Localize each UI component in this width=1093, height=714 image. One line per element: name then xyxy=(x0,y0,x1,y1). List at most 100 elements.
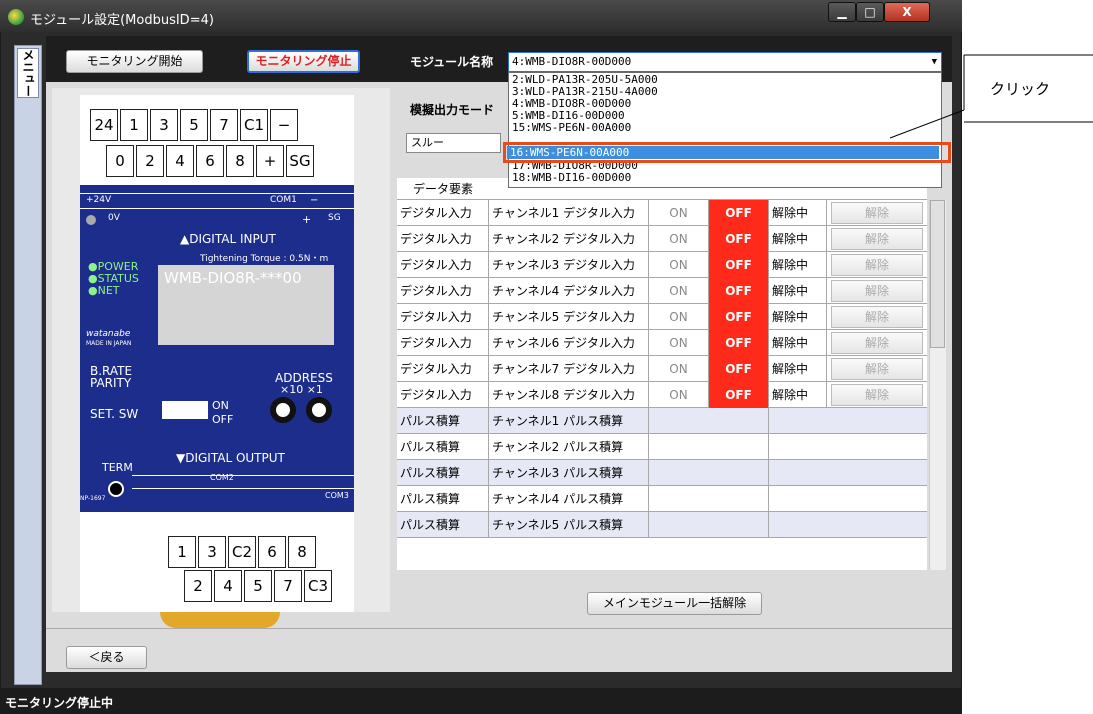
top-terminal-block: 24 1 3 5 7 C1 − 0 2 4 6 8 + SG xyxy=(80,95,354,185)
table-row: パルス積算 チャンネル2 パルス積算 xyxy=(397,434,927,460)
close-button[interactable]: X xyxy=(884,2,930,22)
table-row: パルス積算 チャンネル1 パルス積算 xyxy=(397,408,927,434)
row-name: チャンネル1 デジタル入力 xyxy=(489,200,649,226)
row-state: 解除中 xyxy=(769,356,827,382)
row-type: パルス積算 xyxy=(397,434,489,460)
table-row: デジタル入力 チャンネル3 デジタル入力 ON OFF 解除中 解除 xyxy=(397,252,927,278)
simulation-mode-select[interactable]: スルー xyxy=(406,133,501,153)
terminal: 1 xyxy=(168,536,196,568)
side-menu-tab[interactable]: メニュー xyxy=(17,48,39,98)
row-state: 解除中 xyxy=(769,252,827,278)
start-monitoring-button[interactable]: モニタリング開始 xyxy=(66,50,203,73)
row-value xyxy=(649,512,769,538)
on-button[interactable]: ON xyxy=(649,356,709,382)
row-state: 解除中 xyxy=(769,304,827,330)
off-button[interactable]: OFF xyxy=(709,278,769,304)
module-dropdown-list: 2:WLD-PA13R-205U-5A000 3:WLD-PA13R-215U-… xyxy=(508,72,942,188)
off-button[interactable]: OFF xyxy=(709,382,769,408)
set-switch-label: SET. SW xyxy=(90,407,139,421)
table-row: パルス積算 チャンネル5 パルス積算 xyxy=(397,512,927,538)
release-button[interactable]: 解除 xyxy=(831,358,923,380)
on-button[interactable]: ON xyxy=(649,226,709,252)
row-name: チャンネル4 デジタル入力 xyxy=(489,278,649,304)
dropdown-option[interactable]: 15:WMS-PE6N-00A000 xyxy=(512,122,631,134)
release-button[interactable]: 解除 xyxy=(831,202,923,224)
off-button[interactable]: OFF xyxy=(709,356,769,382)
off-button[interactable]: OFF xyxy=(709,304,769,330)
reset-all-modules-button[interactable]: メインモジュール一括解除 xyxy=(587,592,762,615)
terminal: SG xyxy=(286,145,314,177)
off-button[interactable]: OFF xyxy=(709,200,769,226)
on-button[interactable]: ON xyxy=(649,278,709,304)
plus24-label: +24V xyxy=(86,195,112,205)
row-type: デジタル入力 xyxy=(397,330,489,356)
release-button[interactable]: 解除 xyxy=(831,280,923,302)
stop-monitoring-button[interactable]: モニタリング停止 xyxy=(247,50,360,73)
off-button[interactable]: OFF xyxy=(709,252,769,278)
parity-label: PARITY xyxy=(90,376,132,390)
title-bar[interactable]: モジュール設定(ModbusID=4) ▁ □ X xyxy=(0,0,962,32)
terminal: 0 xyxy=(106,145,134,177)
on-button[interactable]: ON xyxy=(649,382,709,408)
row-type: デジタル入力 xyxy=(397,200,489,226)
off-button[interactable]: OFF xyxy=(709,226,769,252)
screw-icon xyxy=(86,215,96,225)
on-button[interactable]: ON xyxy=(649,252,709,278)
off-button[interactable]: OFF xyxy=(709,330,769,356)
digital-input-label: ▲DIGITAL INPUT xyxy=(180,232,276,246)
dip-off-label: OFF xyxy=(212,413,234,426)
row-name: チャンネル3 パルス積算 xyxy=(489,460,649,486)
back-button[interactable]: ＜戻る xyxy=(66,646,147,669)
table-row: デジタル入力 チャンネル1 デジタル入力 ON OFF 解除中 解除 xyxy=(397,200,927,226)
terminal: 8 xyxy=(226,145,254,177)
maximize-button[interactable]: □ xyxy=(856,2,884,22)
row-type: パルス積算 xyxy=(397,408,489,434)
table-row: パルス積算 チャンネル3 パルス積算 xyxy=(397,460,927,486)
row-name: チャンネル2 パルス積算 xyxy=(489,434,649,460)
table-row: パルス積算 チャンネル4 パルス積算 xyxy=(397,486,927,512)
row-state: 解除中 xyxy=(769,226,827,252)
release-button[interactable]: 解除 xyxy=(831,306,923,328)
row-state: 解除中 xyxy=(769,330,827,356)
terminal: 8 xyxy=(288,536,316,568)
release-button[interactable]: 解除 xyxy=(831,332,923,354)
module-select[interactable]: 4:WMB-DIO8R-00D000 ▼ xyxy=(508,52,942,72)
output-terminal-strip xyxy=(132,475,354,489)
table-row: デジタル入力 チャンネル6 デジタル入力 ON OFF 解除中 解除 xyxy=(397,330,927,356)
release-button[interactable]: 解除 xyxy=(831,228,923,250)
side-menu: メニュー xyxy=(14,45,42,685)
dropdown-option[interactable]: 18:WMB-DI16-00D000 xyxy=(512,172,631,184)
release-button[interactable]: 解除 xyxy=(831,254,923,276)
terminal: C3 xyxy=(304,570,332,602)
module-name-label: モジュール名称 xyxy=(410,55,494,69)
on-button[interactable]: ON xyxy=(649,200,709,226)
row-name: チャンネル8 デジタル入力 xyxy=(489,382,649,408)
scrollbar-thumb[interactable] xyxy=(930,200,945,348)
device-connector xyxy=(160,612,280,628)
device-body: +24V COM1 − 0V + SG ▲DIGITAL INPUT Tight… xyxy=(80,185,354,512)
table-row: デジタル入力 チャンネル7 デジタル入力 ON OFF 解除中 解除 xyxy=(397,356,927,382)
torque-label: Tightening Torque : 0.5N・m xyxy=(200,254,329,264)
terminal: 6 xyxy=(258,536,286,568)
on-button[interactable]: ON xyxy=(649,330,709,356)
release-button[interactable]: 解除 xyxy=(831,384,923,406)
terminal: 4 xyxy=(214,570,242,602)
table-row: デジタル入力 チャンネル4 デジタル入力 ON OFF 解除中 解除 xyxy=(397,278,927,304)
row-name: チャンネル7 デジタル入力 xyxy=(489,356,649,382)
app-icon xyxy=(8,9,24,25)
column-header-element: データ要素 xyxy=(412,182,473,196)
address-multiplier: ×10 ×1 xyxy=(280,383,323,396)
row-state: 解除中 xyxy=(769,382,827,408)
terminal: 4 xyxy=(166,145,194,177)
row-type: デジタル入力 xyxy=(397,226,489,252)
row-type: パルス積算 xyxy=(397,486,489,512)
dip-on-label: ON xyxy=(212,399,229,412)
model-name: WMB-DIO8R-***00 xyxy=(164,269,302,287)
row-value xyxy=(649,408,769,434)
on-button[interactable]: ON xyxy=(649,304,709,330)
table-row: デジタル入力 チャンネル5 デジタル入力 ON OFF 解除中 解除 xyxy=(397,304,927,330)
minimize-button[interactable]: ▁ xyxy=(828,2,856,22)
address-x10-dial xyxy=(270,397,296,423)
row-type: パルス積算 xyxy=(397,512,489,538)
row-name: チャンネル5 デジタル入力 xyxy=(489,304,649,330)
